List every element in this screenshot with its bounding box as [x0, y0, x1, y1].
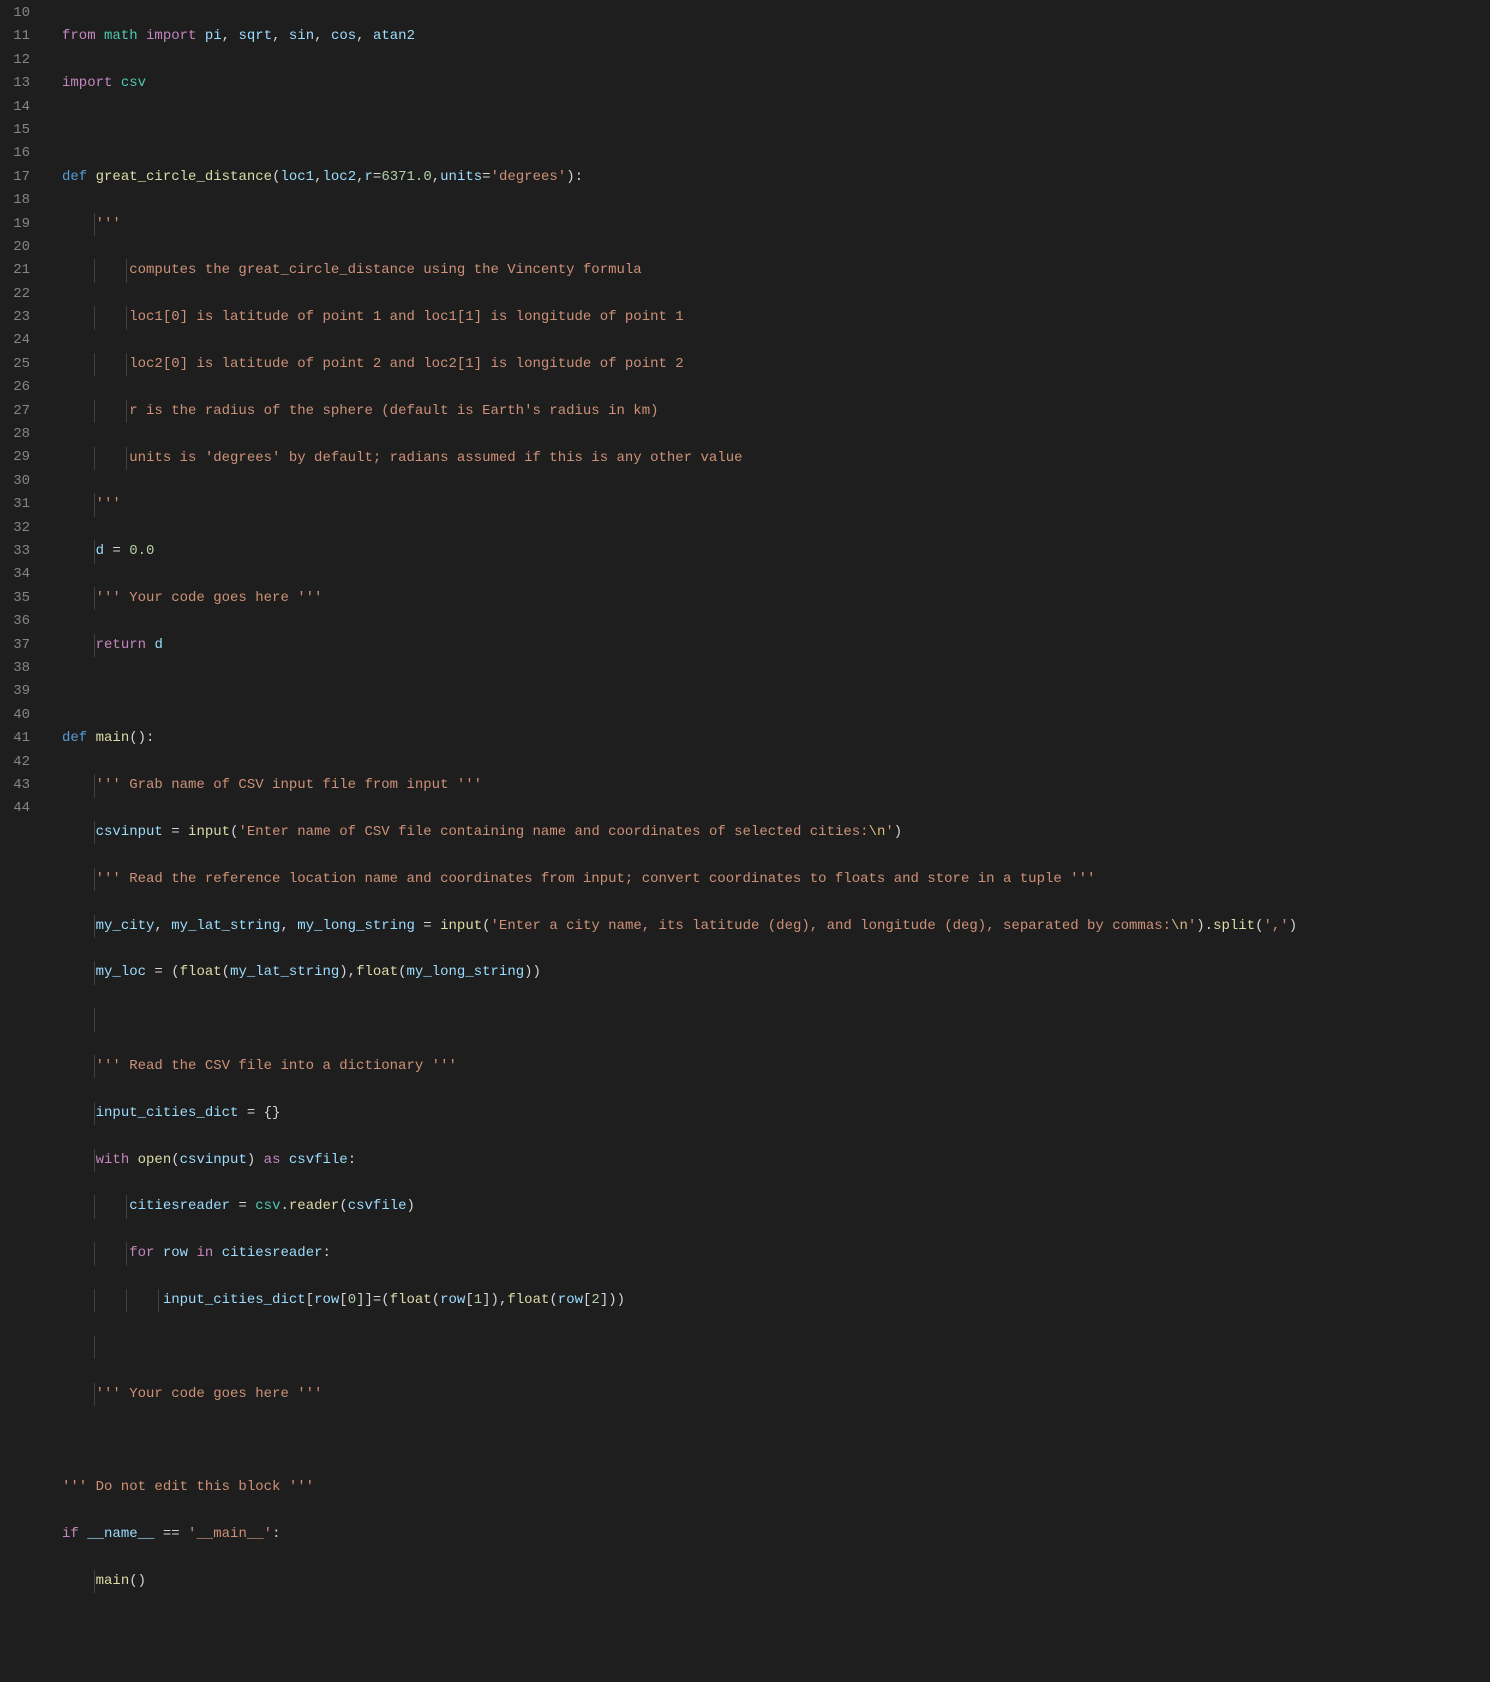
line-number: 12 [0, 49, 30, 72]
line-number: 36 [0, 610, 30, 633]
code-line [62, 681, 1297, 704]
line-number: 11 [0, 25, 30, 48]
code-line: import csv [62, 72, 1297, 95]
line-number: 15 [0, 119, 30, 142]
code-line: computes the great_circle_distance using… [62, 259, 1297, 282]
code-line [62, 1617, 1297, 1640]
line-number: 13 [0, 72, 30, 95]
line-number: 22 [0, 283, 30, 306]
line-number: 21 [0, 259, 30, 282]
line-number: 24 [0, 329, 30, 352]
code-line: citiesreader = csv.reader(csvfile) [62, 1195, 1297, 1218]
code-line: ''' Read the reference location name and… [62, 868, 1297, 891]
line-number: 14 [0, 96, 30, 119]
line-number: 31 [0, 493, 30, 516]
code-line: main() [62, 1570, 1297, 1593]
line-number: 30 [0, 470, 30, 493]
line-number: 23 [0, 306, 30, 329]
line-number: 10 [0, 2, 30, 25]
code-editor: 1011121314151617181920212223242526272829… [0, 0, 1490, 1682]
code-line: units is 'degrees' by default; radians a… [62, 447, 1297, 470]
line-number: 17 [0, 166, 30, 189]
line-number: 26 [0, 376, 30, 399]
line-number: 28 [0, 423, 30, 446]
line-number: 19 [0, 213, 30, 236]
code-line: ''' [62, 213, 1297, 236]
line-number: 35 [0, 587, 30, 610]
line-number: 41 [0, 727, 30, 750]
code-line: r is the radius of the sphere (default i… [62, 400, 1297, 423]
code-line: d = 0.0 [62, 540, 1297, 563]
line-number: 25 [0, 353, 30, 376]
line-number: 42 [0, 751, 30, 774]
code-line: if __name__ == '__main__': [62, 1523, 1297, 1546]
code-line [62, 1336, 1297, 1359]
line-number: 39 [0, 680, 30, 703]
code-line: with open(csvinput) as csvfile: [62, 1149, 1297, 1172]
code-line: def great_circle_distance(loc1,loc2,r=63… [62, 166, 1297, 189]
line-number: 37 [0, 634, 30, 657]
code-line [62, 1008, 1297, 1031]
line-number: 34 [0, 563, 30, 586]
line-number: 40 [0, 704, 30, 727]
line-number: 20 [0, 236, 30, 259]
line-number: 43 [0, 774, 30, 797]
line-number: 32 [0, 517, 30, 540]
line-number: 44 [0, 797, 30, 820]
code-line: def main(): [62, 727, 1297, 750]
line-number: 16 [0, 142, 30, 165]
code-line [62, 1429, 1297, 1452]
code-line: ''' Your code goes here ''' [62, 587, 1297, 610]
code-line: for row in citiesreader: [62, 1242, 1297, 1265]
code-line: ''' Read the CSV file into a dictionary … [62, 1055, 1297, 1078]
code-line: input_cities_dict = {} [62, 1102, 1297, 1125]
line-gutter: 1011121314151617181920212223242526272829… [0, 2, 48, 1682]
line-number: 33 [0, 540, 30, 563]
code-line: from math import pi, sqrt, sin, cos, ata… [62, 25, 1297, 48]
code-line: loc1[0] is latitude of point 1 and loc1[… [62, 306, 1297, 329]
code-line [62, 119, 1297, 142]
code-line: ''' Grab name of CSV input file from inp… [62, 774, 1297, 797]
code-line: my_city, my_lat_string, my_long_string =… [62, 915, 1297, 938]
line-number: 29 [0, 446, 30, 469]
code-content[interactable]: from math import pi, sqrt, sin, cos, ata… [48, 2, 1297, 1682]
code-line: my_loc = (float(my_lat_string),float(my_… [62, 961, 1297, 984]
code-line: ''' Do not edit this block ''' [62, 1476, 1297, 1499]
line-number: 18 [0, 189, 30, 212]
code-line: return d [62, 634, 1297, 657]
code-line: ''' Your code goes here ''' [62, 1383, 1297, 1406]
line-number: 38 [0, 657, 30, 680]
code-line: input_cities_dict[row[0]]=(float(row[1])… [62, 1289, 1297, 1312]
code-line: ''' [62, 493, 1297, 516]
code-line: loc2[0] is latitude of point 2 and loc2[… [62, 353, 1297, 376]
line-number: 27 [0, 400, 30, 423]
